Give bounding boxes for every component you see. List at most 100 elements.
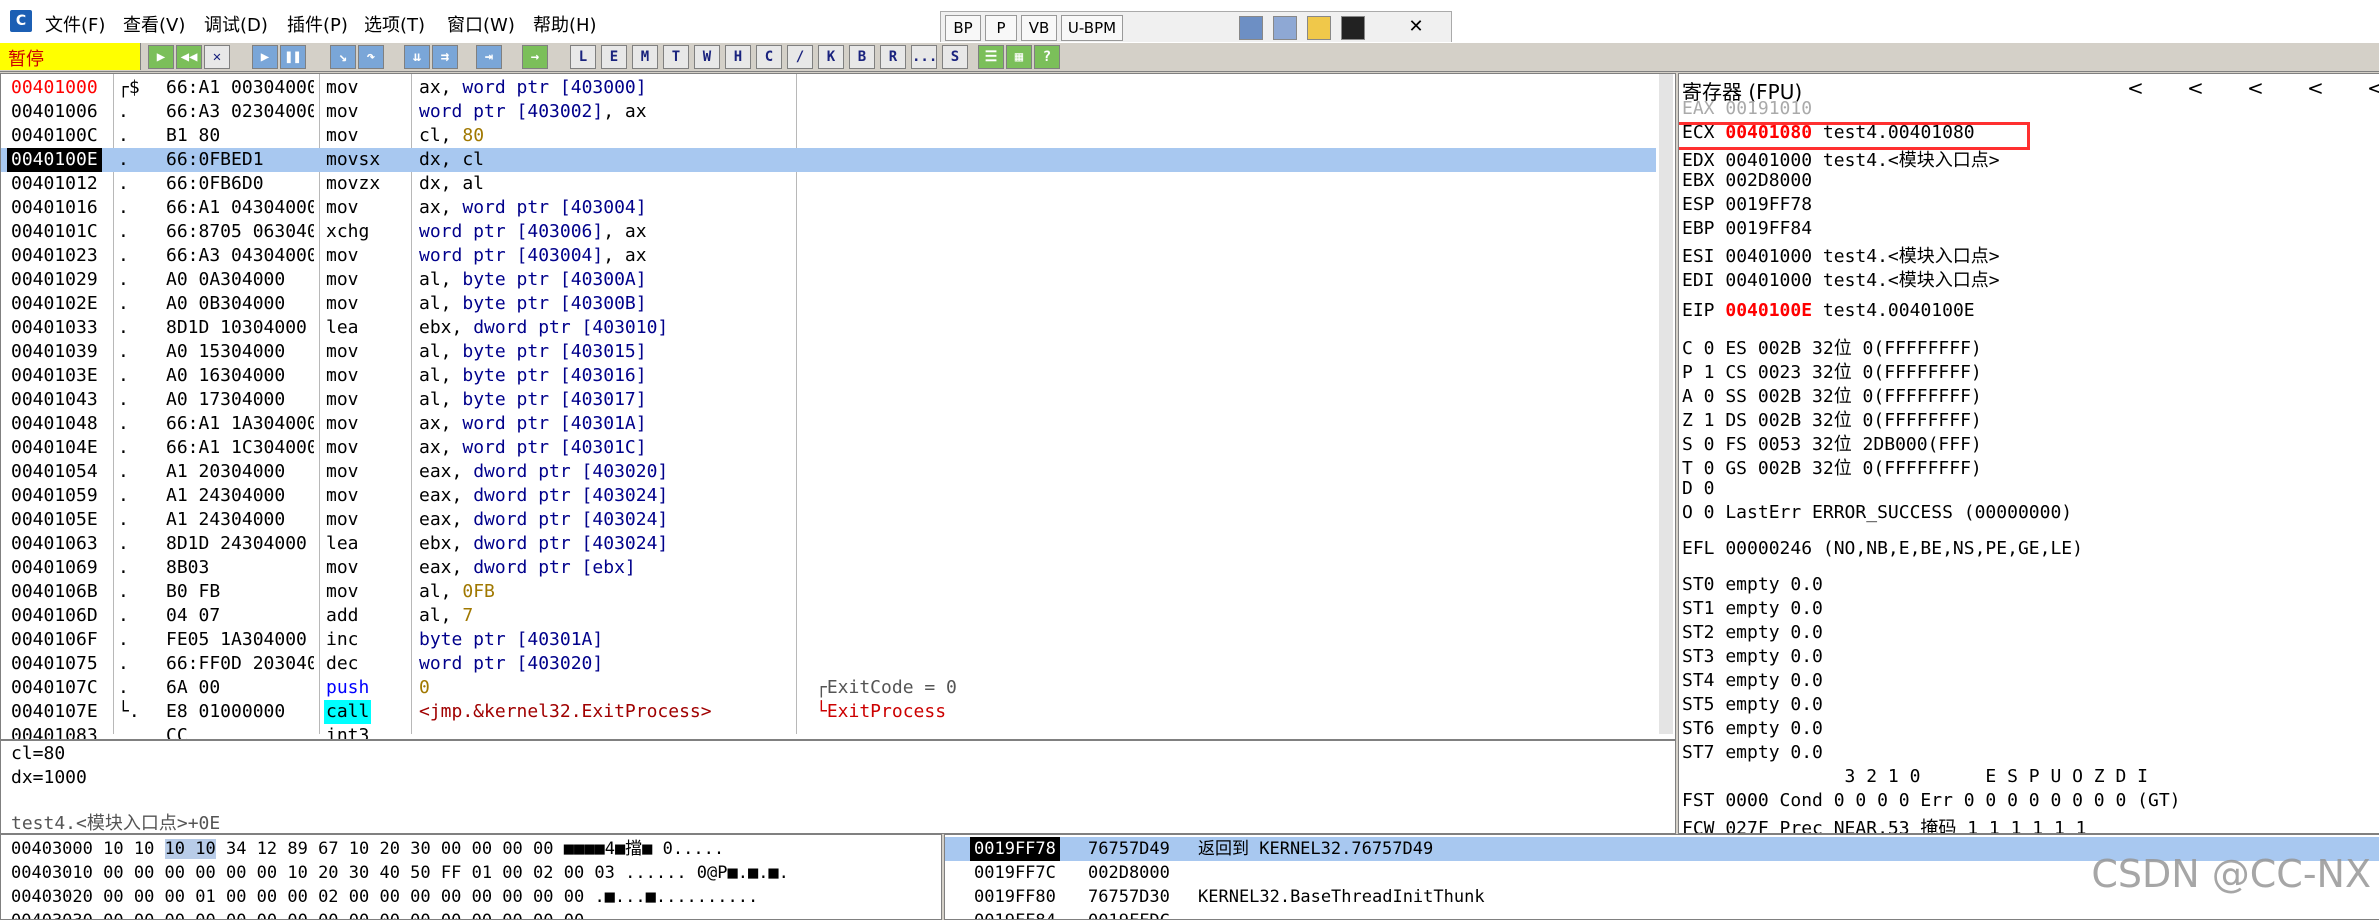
prev-arrow-icon[interactable]: <: [2187, 76, 2204, 100]
app-icon[interactable]: C: [10, 10, 32, 32]
disasm-row[interactable]: 00401006. 66:A3 02304000 mov word ptr [4030…: [1, 100, 1656, 124]
window-button-5[interactable]: H: [725, 45, 751, 69]
disasm-address: 0040104E: [11, 437, 98, 458]
window-button-7[interactable]: /: [787, 45, 813, 69]
registers-pane[interactable]: 寄存器 (FPU) < < < < < EAX 00191010 ECX 004…: [1678, 73, 2379, 834]
menu-plugins[interactable]: 插件(P): [287, 11, 348, 37]
prev-arrow-icon[interactable]: <: [2307, 76, 2324, 100]
disasm-marker: .: [118, 485, 129, 506]
disasm-row[interactable]: 0040101C. 66:8705 06304000 xchg word ptr [4…: [1, 220, 1656, 244]
folder-icon[interactable]: [1307, 16, 1331, 40]
disasm-row[interactable]: 0040102E. A0 0B304000 mov al, byte ptr [403…: [1, 292, 1656, 316]
u-bpm-button[interactable]: U-BPM: [1061, 15, 1123, 41]
dump-row[interactable]: 00403020 00 00 00 01 00 00 00 02 00 00 0…: [11, 885, 758, 909]
goto-icon[interactable]: →: [522, 45, 548, 69]
menu-file[interactable]: 文件(F): [45, 11, 105, 37]
disasm-row[interactable]: 00401048. 66:A1 1A304000 mov ax, word ptr […: [1, 412, 1656, 436]
disasm-row[interactable]: 0040107E └. E8 01000000 call <jmp.&kernel32.…: [1, 700, 1656, 724]
grid-view-icon[interactable]: ▦: [1006, 45, 1032, 69]
close-process-icon[interactable]: ✕: [204, 45, 230, 69]
disasm-row[interactable]: 0040105E. A1 24304000 mov eax, dword ptr [4…: [1, 508, 1656, 532]
disasm-row[interactable]: 0040106F. FE05 1A304000 inc byte ptr [40301…: [1, 628, 1656, 652]
window-button-4[interactable]: W: [694, 45, 720, 69]
close-icon[interactable]: ✕: [1401, 15, 1431, 39]
run-icon[interactable]: ▶: [252, 45, 278, 69]
terminal-icon[interactable]: [1341, 16, 1365, 40]
operand-part: al,: [419, 269, 463, 290]
list-icon[interactable]: [1273, 16, 1297, 40]
disasm-row[interactable]: 00401023. 66:A3 04304000 mov word ptr [4030…: [1, 244, 1656, 268]
disasm-row[interactable]: 00401043. A0 17304000 mov al, byte ptr [403…: [1, 388, 1656, 412]
disassembly-pane[interactable]: 00401000 ┌$ 66:A1 00304000 mov ax, word ptr …: [0, 73, 1676, 740]
execute-till-return-icon[interactable]: ⇥: [476, 45, 502, 69]
window-button-6[interactable]: C: [756, 45, 782, 69]
menu-help[interactable]: 帮助(H): [533, 11, 597, 37]
disasm-row[interactable]: 0040106D. 04 07 add al, 7: [1, 604, 1656, 628]
disasm-row[interactable]: 00401039. A0 15304000 mov al, byte ptr [403…: [1, 340, 1656, 364]
disasm-row[interactable]: 0040106B. B0 FB mov al, 0FB: [1, 580, 1656, 604]
menu-window[interactable]: 窗口(W): [447, 11, 515, 37]
disasm-row[interactable]: 00401016. 66:A1 04304000 mov ax, word ptr […: [1, 196, 1656, 220]
step-over-icon[interactable]: ↷: [358, 45, 384, 69]
disasm-address: 00401059: [11, 485, 98, 506]
menu-debug[interactable]: 调试(D): [204, 11, 268, 37]
window-button-11[interactable]: ...: [911, 45, 937, 69]
disasm-row[interactable]: 00401054. A1 20304000 mov eax, dword ptr [4…: [1, 460, 1656, 484]
trace-over-icon[interactable]: ⇉: [432, 45, 458, 69]
restart-icon[interactable]: ◀◀: [176, 45, 202, 69]
disasm-comment: └ExitProcess: [816, 701, 947, 722]
window-button-9[interactable]: B: [849, 45, 875, 69]
window-icon[interactable]: [1239, 16, 1263, 40]
window-button-12[interactable]: S: [942, 45, 968, 69]
operand-part: byte ptr [403015]: [462, 341, 647, 362]
menu-options[interactable]: 选项(T): [364, 11, 425, 37]
disassembly-scrollbar[interactable]: [1659, 74, 1673, 734]
window-button-2[interactable]: M: [632, 45, 658, 69]
disasm-row[interactable]: 0040103E. A0 16304000 mov al, byte ptr [403…: [1, 364, 1656, 388]
disasm-address: 00401029: [11, 269, 98, 290]
disasm-row[interactable]: 0040100E. 66:0FBED1 movsx dx, cl: [1, 148, 1656, 172]
disasm-address: 00401016: [11, 197, 98, 218]
disasm-row[interactable]: 00401033. 8D1D 10304000 lea ebx, dword ptr …: [1, 316, 1656, 340]
dump-row[interactable]: 00403010 00 00 00 00 00 00 10 20 30 40 5…: [11, 861, 789, 885]
window-button-8[interactable]: K: [818, 45, 844, 69]
bp-button[interactable]: BP: [945, 15, 981, 41]
stack-row[interactable]: 0019FF84 0019FFDC: [945, 909, 2379, 919]
window-button-0[interactable]: L: [570, 45, 596, 69]
help-icon[interactable]: ?: [1034, 45, 1060, 69]
disasm-row[interactable]: 00401069. 8B03 mov eax, dword ptr [ebx]: [1, 556, 1656, 580]
disasm-marker: .: [118, 269, 129, 290]
vb-button[interactable]: VB: [1021, 15, 1057, 41]
window-button-1[interactable]: E: [601, 45, 627, 69]
window-button-3[interactable]: T: [663, 45, 689, 69]
dump-row[interactable]: 00403000 10 10 10 10 34 12 89 67 10 20 3…: [11, 837, 724, 861]
disasm-row[interactable]: 00401083 CC int3: [1, 724, 1656, 739]
window-button-10[interactable]: R: [880, 45, 906, 69]
disasm-row[interactable]: 00401000 ┌$ 66:A1 00304000 mov ax, word ptr …: [1, 76, 1656, 100]
list-view-icon[interactable]: ☰: [978, 45, 1004, 69]
info-line: dx=1000: [11, 767, 87, 788]
register-text: 00401000: [1725, 246, 1813, 267]
trace-into-icon[interactable]: ⇊: [404, 45, 430, 69]
disasm-row[interactable]: 00401063. 8D1D 24304000 lea ebx, dword ptr …: [1, 532, 1656, 556]
prev-arrow-icon[interactable]: <: [2367, 76, 2379, 100]
disasm-row[interactable]: 00401059. A1 24304000 mov eax, dword ptr [4…: [1, 484, 1656, 508]
prev-arrow-icon[interactable]: <: [2247, 76, 2264, 100]
p-button[interactable]: P: [985, 15, 1017, 41]
prev-arrow-icon[interactable]: <: [2127, 76, 2144, 100]
disasm-row[interactable]: 0040104E. 66:A1 1C304000 mov ax, word ptr […: [1, 436, 1656, 460]
disasm-row[interactable]: 00401012. 66:0FB6D0 movzx dx, al: [1, 172, 1656, 196]
memory-dump-pane[interactable]: 00403000 10 10 10 10 34 12 89 67 10 20 3…: [0, 834, 942, 920]
disasm-row[interactable]: 0040100C. B1 80 mov cl, 80: [1, 124, 1656, 148]
open-icon[interactable]: ▶: [148, 45, 174, 69]
register-text: ESP: [1682, 194, 1715, 215]
disasm-row[interactable]: 0040107C. 6A 00 push 0 ┌ExitCode = 0: [1, 676, 1656, 700]
disasm-row[interactable]: 00401075. 66:FF0D 20304000 dec word ptr [40…: [1, 652, 1656, 676]
disasm-operands: cl, 80: [419, 124, 484, 148]
dump-row[interactable]: 00403030 00 00 00 00 00 00 00 00 00 00 0…: [11, 909, 758, 919]
disasm-row[interactable]: 00401029. A0 0A304000 mov al, byte ptr [403…: [1, 268, 1656, 292]
menu-view[interactable]: 查看(V): [123, 11, 185, 37]
disasm-address: 00401006: [11, 101, 98, 122]
pause-icon[interactable]: ❚❚: [280, 45, 306, 69]
step-into-icon[interactable]: ↘: [330, 45, 356, 69]
